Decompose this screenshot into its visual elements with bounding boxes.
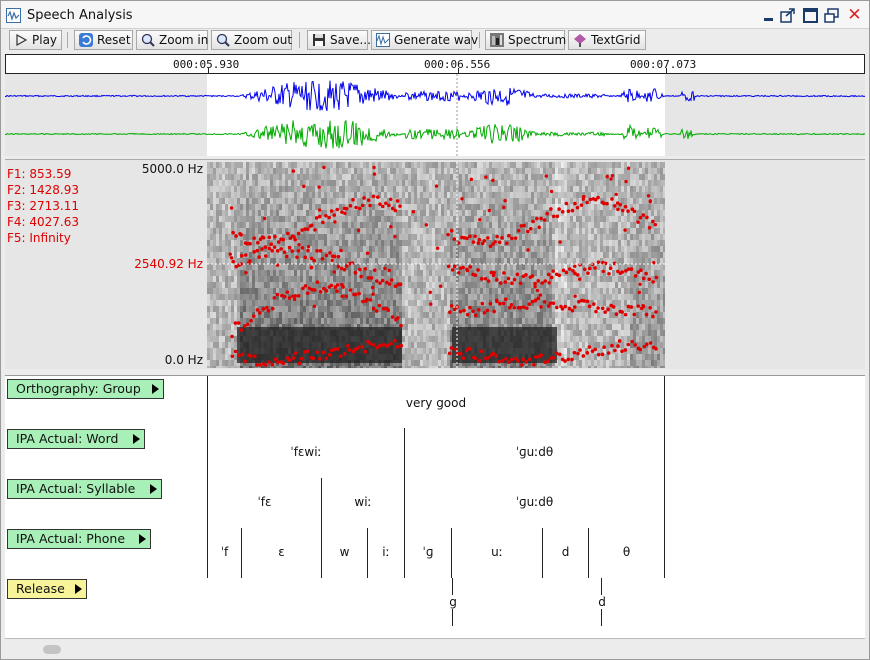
play-button[interactable]: Play — [9, 30, 62, 50]
generate-wav-button[interactable]: Generate wav — [371, 30, 478, 50]
horizontal-scrollbar[interactable] — [5, 642, 865, 658]
waveform-plot — [5, 74, 865, 156]
generate-wav-label: Generate wav — [394, 33, 479, 47]
tier-label-phone[interactable]: IPA Actual: Phone — [7, 529, 151, 549]
textgrid-icon — [573, 33, 587, 47]
spectrogram-icon — [490, 33, 504, 47]
time-label-selection-start: 000:05.930 — [173, 58, 240, 71]
speech-analysis-window: Speech Analysis ✕ Play Reset Zoom in Zoo… — [0, 0, 870, 660]
release-label[interactable]: g — [442, 595, 464, 609]
expand-arrow-icon[interactable] — [133, 434, 140, 444]
reset-button[interactable]: Reset — [74, 30, 133, 50]
maximize-icon[interactable] — [803, 8, 818, 23]
waveform-panel[interactable] — [5, 74, 865, 156]
zoom-in-button[interactable]: Zoom in — [136, 30, 208, 50]
phone-segment[interactable]: uː — [452, 545, 542, 559]
interval-boundary[interactable] — [321, 478, 322, 578]
play-label: Play — [32, 33, 58, 47]
syllable-segment[interactable]: ˈɡuːdθ — [405, 495, 664, 509]
expand-arrow-icon[interactable] — [150, 484, 157, 494]
formant-f1: F1: 853.59 — [7, 167, 72, 181]
frequency-cursor-label: 2540.92 Hz — [134, 257, 203, 271]
tier-orthography-name: Orthography: Group — [16, 381, 141, 396]
formant-readout: F1: 853.59 F2: 1428.93 F3: 2713.11 F4: 4… — [7, 166, 79, 246]
scrollbar-thumb[interactable] — [43, 645, 61, 654]
formant-f2: F2: 1428.93 — [7, 183, 80, 197]
tier-label-release[interactable]: Release — [7, 579, 87, 599]
zoom-out-icon — [216, 33, 230, 47]
spectrogram-panel[interactable]: F1: 853.59 F2: 1428.93 F3: 2713.11 F4: 4… — [5, 159, 865, 369]
play-icon — [14, 33, 28, 47]
tier-label-syllable[interactable]: IPA Actual: Syllable — [7, 479, 162, 499]
zoom-in-icon — [141, 33, 155, 47]
save-button[interactable]: Save... — [307, 30, 371, 50]
zoom-out-button[interactable]: Zoom out — [211, 30, 292, 50]
phone-segment[interactable]: ˈɡ — [405, 545, 451, 559]
phone-segment[interactable]: ɛ — [242, 545, 321, 559]
waveform-app-icon — [6, 8, 21, 23]
word-segment[interactable]: ˈɡuːdθ — [405, 445, 664, 459]
tier-release-name: Release — [16, 581, 65, 596]
toolbar-separator — [479, 32, 480, 48]
tier-panel: Orthography: Group IPA Actual: Word IPA … — [5, 375, 865, 639]
orthography-segment[interactable]: very good — [208, 396, 664, 410]
tier-word-name: IPA Actual: Word — [16, 431, 119, 446]
phone-segment[interactable]: iː — [368, 545, 404, 559]
waveform-icon — [376, 33, 390, 47]
phone-segment[interactable]: d — [543, 545, 588, 559]
formant-f4: F4: 4027.63 — [7, 215, 80, 229]
frequency-max-label: 5000.0 Hz — [141, 162, 203, 176]
zoom-in-label: Zoom in — [159, 33, 209, 47]
time-ruler[interactable]: 000:05.930 000:06.556 000:07.073 — [5, 54, 865, 74]
word-segment[interactable]: ˈfɛwiː — [208, 445, 404, 459]
textgrid-label: TextGrid — [591, 33, 641, 47]
waveform-channel-2 — [5, 119, 865, 149]
toolbar-separator — [67, 32, 68, 48]
expand-arrow-icon[interactable] — [75, 584, 82, 594]
spectrogram-plot — [207, 162, 665, 368]
time-tick — [666, 68, 667, 73]
minimize-icon[interactable] — [761, 8, 776, 23]
reset-label: Reset — [97, 33, 131, 47]
expand-arrow-icon[interactable] — [152, 384, 159, 394]
time-tick — [458, 68, 459, 73]
phone-segment[interactable]: w — [322, 545, 367, 559]
frequency-min-label: 0.0 Hz — [164, 353, 203, 367]
time-tick — [208, 68, 209, 73]
phone-segment[interactable]: θ — [589, 545, 664, 559]
textgrid-button[interactable]: TextGrid — [568, 30, 646, 50]
toolbar-separator — [299, 32, 300, 48]
tier-phone-name: IPA Actual: Phone — [16, 531, 126, 546]
expand-arrow-icon[interactable] — [139, 534, 146, 544]
title-bar: Speech Analysis ✕ — [1, 1, 869, 29]
close-icon[interactable]: ✕ — [847, 7, 862, 24]
interval-boundary[interactable] — [664, 376, 665, 578]
time-label-selection-end: 000:07.073 — [630, 58, 697, 71]
syllable-segment[interactable]: wiː — [322, 495, 404, 509]
wave1-trace — [5, 80, 865, 112]
phone-segment[interactable]: ˈf — [208, 545, 241, 559]
spectrum-button[interactable]: Spectrum — [485, 30, 567, 50]
spectrum-label: Spectrum — [508, 33, 567, 47]
tier-label-orthography[interactable]: Orthography: Group — [7, 379, 164, 399]
syllable-segment[interactable]: ˈfɛ — [208, 495, 321, 509]
tier-syllable-name: IPA Actual: Syllable — [16, 481, 136, 496]
restore-icon[interactable] — [824, 8, 839, 23]
toolbar: Play Reset Zoom in Zoom out Save... Gene… — [1, 29, 869, 51]
waveform-channel-1 — [5, 80, 865, 112]
release-label[interactable]: d — [591, 595, 613, 609]
formant-f3: F3: 2713.11 — [7, 199, 80, 213]
wave2-trace — [5, 119, 865, 149]
formant-f5: F5: Infinity — [7, 231, 71, 245]
spectrogram-image — [207, 162, 665, 368]
tier-label-word[interactable]: IPA Actual: Word — [7, 429, 145, 449]
refresh-icon — [79, 33, 93, 47]
save-label: Save... — [330, 33, 371, 47]
floppy-disk-icon — [312, 33, 326, 47]
undock-icon[interactable] — [780, 8, 795, 23]
zoom-out-label: Zoom out — [234, 33, 293, 47]
window-title: Speech Analysis — [27, 8, 133, 23]
